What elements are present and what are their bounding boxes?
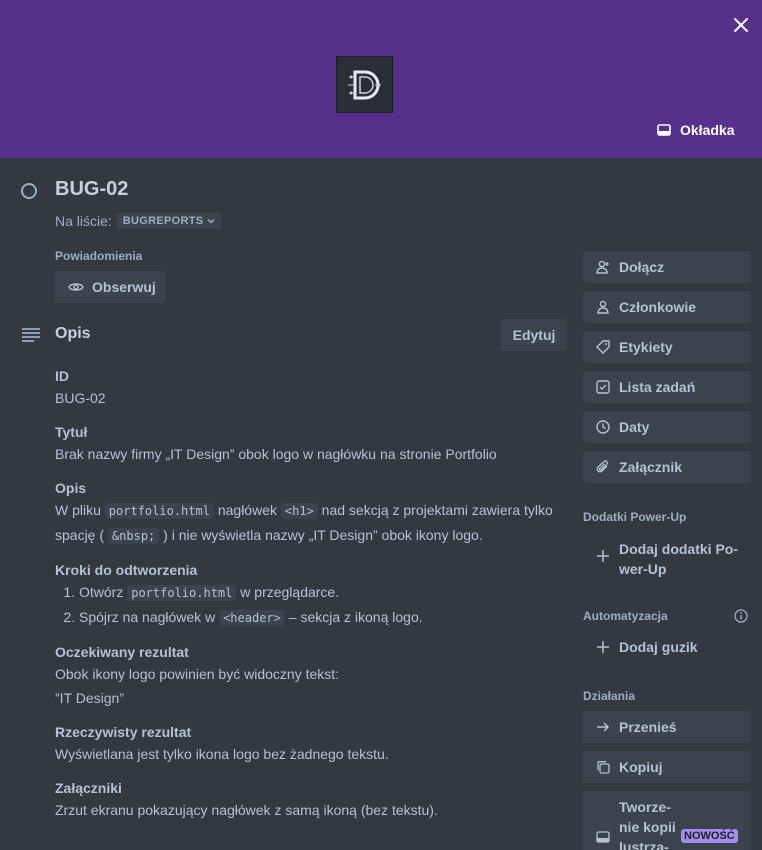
add-powerups-line1: Dodaj dodatki Po- bbox=[619, 541, 738, 557]
dates-label: Daty bbox=[619, 419, 650, 435]
chevron-down-icon bbox=[207, 219, 215, 224]
copy-icon bbox=[597, 761, 610, 774]
mirror-line1: Tworze- bbox=[619, 799, 671, 815]
code-h1: <h1> bbox=[280, 503, 318, 519]
opis-heading: Opis bbox=[55, 480, 87, 496]
actual-value: Wyświetlana jest tylko ikona logo bez ża… bbox=[55, 746, 389, 762]
members-label: Członkowie bbox=[619, 299, 697, 315]
cover-logo-image bbox=[336, 56, 393, 113]
edit-description-button[interactable]: Edytuj bbox=[501, 319, 567, 351]
clock-icon bbox=[596, 420, 610, 434]
plus-icon bbox=[597, 550, 609, 562]
mirror-line3: lustrza- bbox=[619, 839, 669, 850]
card-cover: Okładka bbox=[0, 0, 762, 158]
opis-text: W pliku portfolio.html nagłówek <h1> nad… bbox=[55, 498, 560, 548]
checklist-label: Lista zadań bbox=[619, 379, 696, 395]
title-heading: Tytuł bbox=[55, 424, 88, 440]
steps-heading: Kroki do odtworzenia bbox=[55, 562, 198, 578]
expected-line1: Obok ikony logo powinien być widoczny te… bbox=[55, 666, 340, 682]
mirror-card-icon bbox=[596, 831, 610, 843]
opis-text-2: nagłówek bbox=[213, 502, 281, 518]
watch-label: Obserwuj bbox=[92, 279, 156, 295]
add-button-button[interactable]: Dodaj guzik bbox=[583, 637, 751, 657]
list-info: Na liście: BUGREPORTS bbox=[55, 213, 223, 229]
steps-list: Otwórz portfolio.html w przeglądarce. Sp… bbox=[55, 580, 560, 630]
attachments-value: Zrzut ekranu pokazujący nagłówek z samą … bbox=[55, 802, 438, 818]
powerups-label: Dodatki Power-Up bbox=[583, 510, 687, 524]
mirror-label: Tworze- nie kopii lustrza- bbox=[619, 797, 676, 850]
code-portfolio-html: portfolio.html bbox=[104, 503, 214, 519]
list-prefix: Na liście: bbox=[55, 213, 112, 229]
dates-button[interactable]: Daty bbox=[583, 411, 751, 443]
join-button[interactable]: Dołącz bbox=[583, 251, 751, 283]
user-icon bbox=[597, 300, 609, 314]
mirror-line2: nie kopii bbox=[619, 819, 676, 835]
actual-heading: Rzeczywisty rezultat bbox=[55, 724, 192, 740]
attachments-heading: Załączniki bbox=[55, 780, 122, 796]
cover-button[interactable]: Okładka bbox=[657, 118, 734, 142]
list-dropdown[interactable]: BUGREPORTS bbox=[116, 213, 223, 229]
eye-icon bbox=[68, 283, 84, 291]
checklist-button[interactable]: Lista zadań bbox=[583, 371, 751, 403]
attachment-label: Załącznik bbox=[619, 459, 683, 475]
step1-text-1: Otwórz bbox=[79, 584, 128, 600]
step2-text-2: – sekcja z ikoną logo. bbox=[284, 609, 423, 625]
close-icon bbox=[734, 18, 748, 32]
arrow-right-icon bbox=[597, 722, 610, 732]
opis-text-1: W pliku bbox=[55, 502, 105, 518]
notifications-label: Powiadomienia bbox=[55, 249, 143, 263]
copy-label: Kopiuj bbox=[619, 759, 663, 775]
attachment-button[interactable]: Załącznik bbox=[583, 451, 751, 483]
mirror-copy-button[interactable]: Tworze- nie kopii lustrza- NOWOŚĆ bbox=[583, 791, 751, 850]
new-badge: NOWOŚĆ bbox=[681, 829, 738, 843]
info-icon[interactable] bbox=[734, 609, 748, 623]
list-item: Otwórz portfolio.html w przeglądarce. bbox=[79, 580, 560, 605]
add-powerups-button[interactable]: Dodaj dodatki Po- wer-Up bbox=[583, 539, 751, 579]
checkbox-icon bbox=[596, 380, 610, 394]
step1-text-2: w przeglądarce. bbox=[236, 584, 340, 600]
automation-label: Automatyzacja bbox=[583, 609, 668, 623]
id-heading: ID bbox=[55, 368, 69, 384]
add-powerups-line2: wer-Up bbox=[619, 561, 667, 577]
list-item: Spójrz na nagłówek w <header> – sekcja z… bbox=[79, 605, 560, 630]
complete-toggle-icon[interactable] bbox=[21, 183, 37, 199]
circuit-d-logo-icon bbox=[347, 70, 380, 99]
description-heading: Opis bbox=[55, 325, 91, 342]
code-nbsp: &nbsp; bbox=[107, 528, 160, 544]
copy-button[interactable]: Kopiuj bbox=[583, 751, 751, 783]
plus-icon bbox=[597, 641, 609, 653]
move-button[interactable]: Przenieś bbox=[583, 711, 751, 743]
add-powerups-label: Dodaj dodatki Po- wer-Up bbox=[619, 539, 738, 579]
labels-button[interactable]: Etykiety bbox=[583, 331, 751, 363]
add-button-label: Dodaj guzik bbox=[619, 639, 698, 655]
title-value: Brak nazwy firmy „IT Design” obok logo w… bbox=[55, 446, 497, 462]
card-title[interactable]: BUG-02 bbox=[55, 178, 128, 201]
close-button[interactable] bbox=[728, 12, 754, 38]
description-content: ID BUG-02 Tytuł Brak nazwy firmy „IT Des… bbox=[55, 366, 560, 822]
description-icon bbox=[22, 328, 40, 342]
labels-label: Etykiety bbox=[619, 339, 673, 355]
move-label: Przenieś bbox=[619, 719, 677, 735]
paperclip-icon bbox=[596, 460, 608, 473]
step2-text-1: Spójrz na nagłówek w bbox=[79, 609, 220, 625]
add-member-icon bbox=[596, 260, 609, 274]
join-label: Dołącz bbox=[619, 259, 665, 275]
id-value: BUG-02 bbox=[55, 390, 106, 406]
cover-icon bbox=[657, 124, 671, 136]
cover-button-label: Okładka bbox=[680, 122, 735, 138]
tag-icon bbox=[596, 340, 610, 354]
code-portfolio-html: portfolio.html bbox=[127, 585, 237, 601]
expected-heading: Oczekiwany rezultat bbox=[55, 644, 189, 660]
members-button[interactable]: Członkowie bbox=[583, 291, 751, 323]
code-header: <header> bbox=[219, 610, 285, 626]
opis-text-4: ) i nie wyświetla nazwy „IT Design” obok… bbox=[163, 527, 483, 543]
actions-label: Działania bbox=[583, 689, 636, 703]
list-name: BUGREPORTS bbox=[122, 215, 204, 227]
expected-line2: ”IT Design” bbox=[55, 690, 124, 706]
watch-button[interactable]: Obserwuj bbox=[55, 271, 166, 303]
